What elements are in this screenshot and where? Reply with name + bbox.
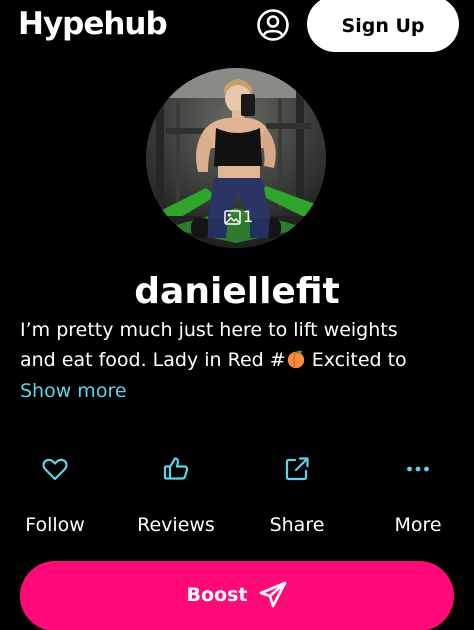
- bio-line-2-start: and eat food. Lady in Red #: [20, 349, 286, 371]
- reviews-label: Reviews: [137, 514, 215, 536]
- more-label: More: [394, 514, 442, 536]
- sign-up-button[interactable]: Sign Up: [307, 0, 459, 52]
- paper-plane-icon: [260, 581, 287, 608]
- top-bar: Hypehub Sign Up: [0, 0, 474, 52]
- photo-count-badge: 1: [224, 207, 253, 227]
- account-button[interactable]: [256, 8, 290, 42]
- more-button[interactable]: More: [363, 450, 473, 550]
- share-icon: [285, 457, 309, 481]
- user-circle-icon: [257, 9, 289, 41]
- profile-actions: Follow Reviews Share More: [0, 450, 474, 550]
- bio-text: I’m pretty much just here to lift weight…: [20, 315, 460, 375]
- hypehub-logo[interactable]: Hypehub: [18, 4, 168, 44]
- thumbs-up-icon: [163, 457, 189, 480]
- peach-emoji-icon: [287, 350, 304, 369]
- more-dots-icon: [407, 466, 429, 472]
- bio-line-2-end: Excited to: [305, 349, 407, 371]
- reviews-button[interactable]: Reviews: [121, 450, 231, 550]
- bio-line-1: I’m pretty much just here to lift weight…: [20, 319, 398, 341]
- share-button[interactable]: Share: [242, 450, 352, 550]
- username: daniellefit: [134, 271, 340, 312]
- follow-button[interactable]: Follow: [0, 450, 110, 550]
- share-label: Share: [269, 514, 325, 536]
- photo-count-value: 1: [243, 207, 254, 226]
- boost-button[interactable]: Boost: [20, 561, 454, 630]
- image-icon: [224, 209, 241, 225]
- show-more-link[interactable]: Show more: [20, 376, 127, 406]
- heart-icon: [42, 458, 68, 481]
- bio-line-2: and eat food. Lady in Red # Excited to: [20, 345, 460, 375]
- follow-label: Follow: [25, 514, 85, 536]
- profile-page: Hypehub Sign Up 1 daniellefit I’m pretty…: [0, 0, 474, 630]
- boost-label: Boost: [186, 584, 248, 606]
